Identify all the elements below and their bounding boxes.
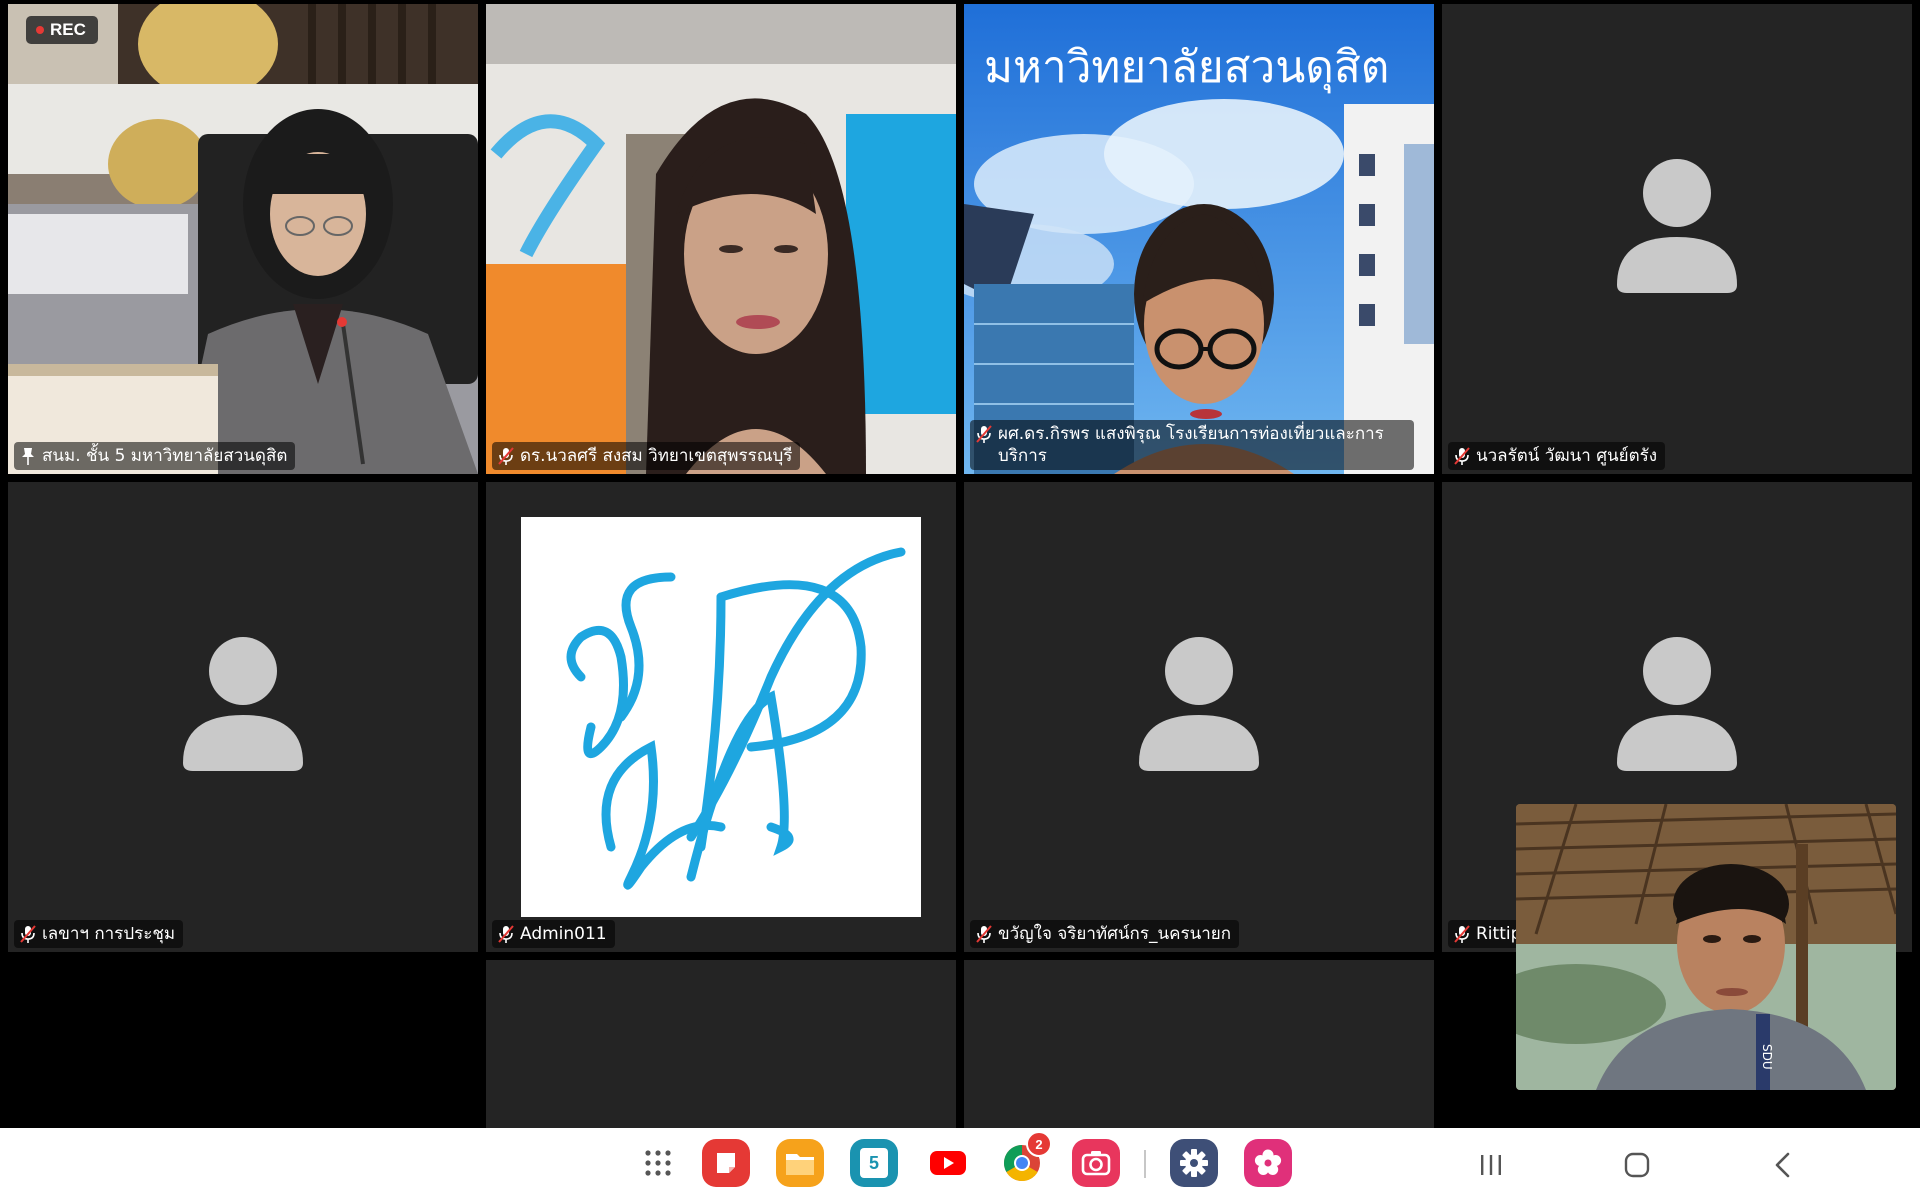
home-icon bbox=[1624, 1152, 1650, 1178]
youtube-app-button[interactable] bbox=[924, 1139, 972, 1187]
participant-video bbox=[486, 4, 956, 474]
settings-gear-icon bbox=[1180, 1149, 1208, 1177]
self-view-video: SDU bbox=[1516, 804, 1896, 1090]
recording-indicator: REC bbox=[26, 16, 98, 44]
calendar-date: 5 bbox=[868, 1152, 879, 1173]
participant-name: ผศ.ดร.กิรพร แสงพิรุณ โรงเรียนการท่องเที่… bbox=[998, 424, 1384, 466]
participant-name-tag: Admin011 bbox=[492, 920, 615, 948]
chrome-app-button[interactable]: 2 bbox=[998, 1131, 1052, 1187]
record-dot-icon bbox=[36, 26, 44, 34]
participant-name-tag: เลขาฯ การประชุม bbox=[14, 920, 184, 948]
participant-name: ขวัญใจ จริยาทัศน์กร_นครนายก bbox=[998, 924, 1232, 944]
notes-app-icon bbox=[717, 1153, 735, 1173]
recent-apps-button[interactable] bbox=[1474, 1148, 1508, 1182]
sdu-logo-card bbox=[521, 517, 921, 917]
recording-label: REC bbox=[50, 20, 86, 39]
background-banner-text: มหาวิทยาลัยสวนดุสิต bbox=[984, 42, 1390, 93]
default-avatar-icon bbox=[1139, 637, 1259, 771]
taskbar-divider bbox=[1144, 1150, 1146, 1178]
files-folder-icon bbox=[786, 1154, 814, 1175]
participant-name-tag: ขวัญใจ จริยาทัศน์กร_นครนายก bbox=[970, 920, 1240, 948]
video-tile-4[interactable]: นวลรัตน์ วัฒนา ศูนย์ตรัง bbox=[1442, 4, 1912, 474]
files-app-button[interactable] bbox=[776, 1139, 824, 1187]
recent-apps-icon bbox=[1481, 1155, 1501, 1175]
muted-mic-icon bbox=[20, 925, 36, 943]
default-avatar-icon bbox=[1617, 159, 1737, 293]
app-drawer-icon bbox=[645, 1150, 671, 1176]
muted-mic-icon bbox=[1454, 447, 1470, 465]
back-chevron-icon bbox=[1775, 1152, 1790, 1178]
blossom-app-icon bbox=[1254, 1149, 1282, 1175]
video-tile-1[interactable]: REC สนม. ชั้น 5 มหาวิทยาลัยสวนดุสิต bbox=[8, 4, 478, 474]
participant-name-tag: สนม. ชั้น 5 มหาวิทยาลัยสวนดุสิต bbox=[14, 442, 296, 470]
participant-name-tag: ผศ.ดร.กิรพร แสงพิรุณ โรงเรียนการท่องเที่… bbox=[970, 420, 1414, 470]
youtube-icon bbox=[930, 1151, 966, 1175]
video-tile-9[interactable] bbox=[486, 960, 956, 1128]
default-avatar-icon bbox=[1617, 637, 1737, 771]
notification-badge: 2 bbox=[1026, 1131, 1052, 1157]
muted-mic-icon bbox=[976, 925, 992, 943]
video-tile-6[interactable]: Admin011 bbox=[486, 482, 956, 952]
home-button[interactable] bbox=[1620, 1148, 1654, 1182]
video-tile-7[interactable]: ขวัญใจ จริยาทัศน์กร_นครนายก bbox=[964, 482, 1434, 952]
muted-mic-icon bbox=[976, 425, 992, 443]
pin-icon bbox=[22, 448, 34, 465]
muted-mic-icon bbox=[1454, 925, 1470, 943]
system-taskbar: 5 2 bbox=[0, 1128, 1920, 1200]
blossom-app-button[interactable] bbox=[1244, 1139, 1292, 1187]
participant-name: สนม. ชั้น 5 มหาวิทยาลัยสวนดุสิต bbox=[42, 446, 288, 466]
self-view-pip[interactable]: SDU bbox=[1516, 804, 1896, 1090]
notes-app-button[interactable] bbox=[702, 1139, 750, 1187]
meeting-room-video bbox=[8, 4, 478, 474]
participant-name: Rittip bbox=[1476, 924, 1522, 944]
participant-name: Admin011 bbox=[520, 924, 607, 944]
video-tile-5[interactable]: เลขาฯ การประชุม bbox=[8, 482, 478, 952]
participant-name: ดร.นวลศรี สงสม วิทยาเขตสุพรรณบุรี bbox=[520, 446, 793, 466]
sdu-logo-icon bbox=[566, 547, 906, 890]
video-tile-2[interactable]: ดร.นวลศรี สงสม วิทยาเขตสุพรรณบุรี bbox=[486, 4, 956, 474]
camera-app-button[interactable] bbox=[1072, 1139, 1120, 1187]
participant-name-tag: ดร.นวลศรี สงสม วิทยาเขตสุพรรณบุรี bbox=[492, 442, 801, 470]
back-button[interactable] bbox=[1766, 1148, 1800, 1182]
calendar-app-button[interactable]: 5 bbox=[850, 1139, 898, 1187]
default-avatar-icon bbox=[183, 637, 303, 771]
participant-name: นวลรัตน์ วัฒนา ศูนย์ตรัง bbox=[1476, 446, 1658, 466]
participant-name-tag: นวลรัตน์ วัฒนา ศูนย์ตรัง bbox=[1448, 442, 1666, 470]
camera-icon bbox=[1081, 1151, 1111, 1176]
app-drawer-button[interactable] bbox=[634, 1139, 682, 1187]
settings-app-button[interactable] bbox=[1170, 1139, 1218, 1187]
participant-name: เลขาฯ การประชุม bbox=[42, 924, 176, 944]
muted-mic-icon bbox=[498, 447, 514, 465]
video-tile-3[interactable]: มหาวิทยาลัยสวนดุสิต ผศ.ดร.กิรพร แสงพิรุณ… bbox=[964, 4, 1434, 474]
video-tile-10[interactable] bbox=[964, 960, 1434, 1128]
calendar-icon: 5 bbox=[860, 1148, 888, 1178]
muted-mic-icon bbox=[498, 925, 514, 943]
svg-text:SDU: SDU bbox=[1760, 1044, 1774, 1070]
